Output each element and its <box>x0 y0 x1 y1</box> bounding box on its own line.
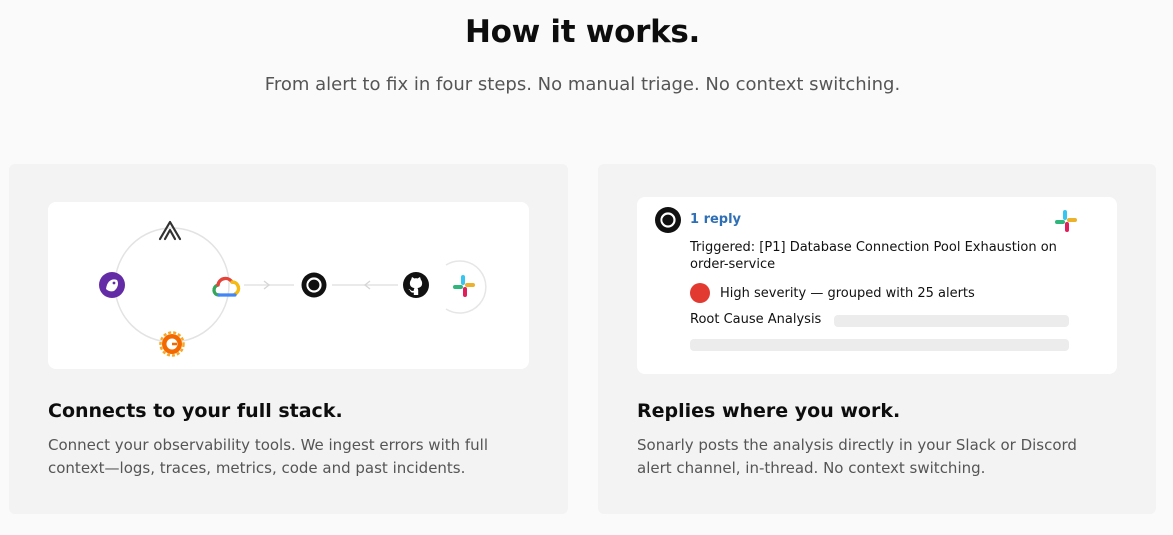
loading-bar <box>834 315 1069 327</box>
feature-card-integrations: Connects to your full stack. Connect you… <box>9 164 568 514</box>
card-title: Replies where you work. <box>637 400 901 422</box>
sentry-icon <box>156 216 184 244</box>
slack-thread-panel: 1 reply Triggered: [P1] Database Connect… <box>637 197 1117 374</box>
loading-bar <box>690 339 1069 351</box>
feature-card-replies: 1 reply Triggered: [P1] Database Connect… <box>598 164 1156 514</box>
card-description: Sonarly posts the analysis directly in y… <box>637 436 1077 477</box>
severity-text: High severity — grouped with 25 alerts <box>720 285 975 301</box>
thread-reply-link[interactable]: 1 reply <box>690 212 741 227</box>
github-icon <box>402 271 430 299</box>
severity-row: High severity — grouped with 25 alerts <box>690 283 975 303</box>
slack-icon <box>450 272 478 300</box>
sonarly-avatar <box>655 207 681 233</box>
integrations-panel <box>48 202 529 369</box>
alert-message: Triggered: [P1] Database Connection Pool… <box>690 240 1057 272</box>
root-cause-label: Root Cause Analysis <box>690 312 822 327</box>
slack-icon <box>1053 208 1079 234</box>
grafana-icon <box>158 330 186 358</box>
hero-title: How it works. <box>464 14 701 50</box>
hero-subtitle: From alert to fix in four steps. No manu… <box>264 74 901 95</box>
severity-dot-icon <box>690 283 710 303</box>
card-title: Connects to your full stack. <box>48 400 343 422</box>
datadog-icon <box>98 271 126 299</box>
google-cloud-icon <box>210 272 242 300</box>
card-description: Connect your observability tools. We ing… <box>48 436 489 477</box>
sonarly-icon <box>301 272 327 298</box>
